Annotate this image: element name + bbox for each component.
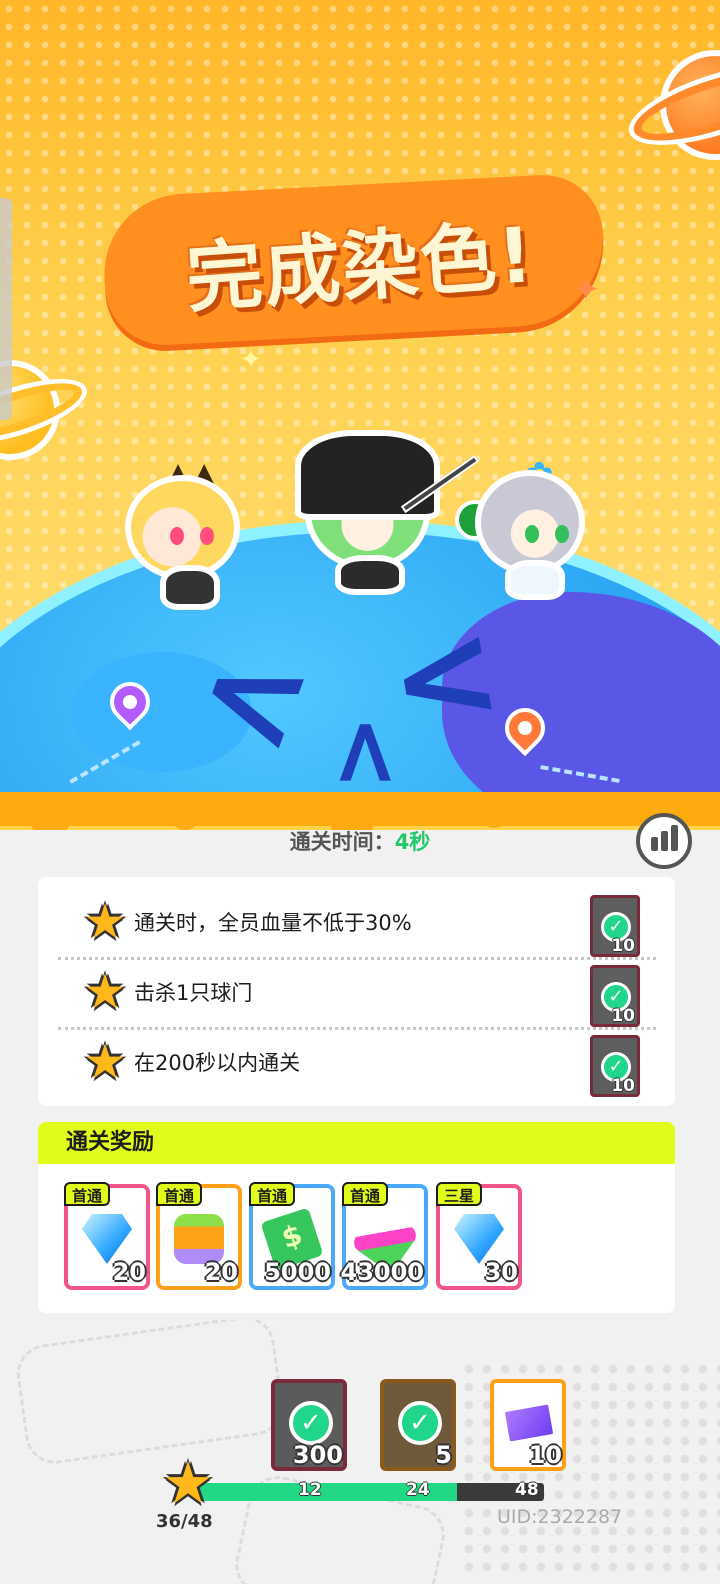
sparkle-icon: ✦ xyxy=(572,270,601,310)
star-icon: ★ xyxy=(83,964,127,1020)
milestone-mark: 24 xyxy=(406,1480,430,1500)
clear-time-value: 4秒 xyxy=(394,830,431,854)
milestone-reward[interactable]: ✓ 5 xyxy=(380,1379,456,1471)
sparkle-icon: ✦ xyxy=(240,345,262,375)
stats-button[interactable] xyxy=(636,813,692,869)
background-decoration xyxy=(0,1320,720,1584)
objective-text: 击杀1只球门 xyxy=(134,981,253,1005)
reward-qty: 30 xyxy=(484,1258,518,1286)
reward-tag: 首通 xyxy=(249,1182,296,1206)
reward-item[interactable]: 首通 20 xyxy=(156,1182,242,1290)
reward-item[interactable]: 首通 43000 xyxy=(340,1182,428,1290)
objectives-panel: ★ 通关时，全员血量不低于30% ✓ 10 ★ 击杀1只球门 ✓ 10 ★ 在2… xyxy=(38,877,675,1106)
character-blonde-girl: ▲▲ xyxy=(115,455,255,615)
milestone-reward[interactable]: ✓ 300 xyxy=(271,1379,347,1471)
clear-time-label: 通关时间： xyxy=(289,830,395,854)
side-drawer-handle[interactable] xyxy=(0,198,12,420)
objective-reward: ✓ 10 xyxy=(590,965,640,1027)
character-silver-hair-girl: ✿ xyxy=(455,455,605,605)
reward-tag: 首通 xyxy=(342,1182,389,1206)
reward-tag: 首通 xyxy=(64,1182,111,1206)
star-count: 36/48 xyxy=(156,1511,213,1532)
paint-drip-divider xyxy=(0,792,720,830)
objective-row: ★ 击杀1只球门 ✓ 10 xyxy=(38,957,675,1027)
reward-item[interactable]: 首通 20 xyxy=(64,1182,150,1290)
objective-text: 通关时，全员血量不低于30% xyxy=(134,911,412,935)
reward-qty: 5000 xyxy=(264,1258,331,1286)
planet-decoration-right xyxy=(626,40,720,160)
star-icon: ★ xyxy=(162,1449,214,1517)
reward-qty: 20 xyxy=(112,1258,146,1286)
clear-rewards-panel: 通关奖励 首通 20 首通 20 首通 5000 首通 43000 三星 30 xyxy=(38,1122,675,1313)
reward-item[interactable]: 三星 30 xyxy=(436,1182,522,1290)
bottle-icon xyxy=(174,1214,224,1264)
reward-qty: 43000 xyxy=(340,1258,425,1286)
star-progress-bar xyxy=(196,1483,544,1501)
milestone-mark: 48 xyxy=(515,1480,539,1500)
character-green-hair-witch xyxy=(295,430,445,595)
ticket-icon xyxy=(501,1400,557,1446)
star-icon: ★ xyxy=(83,894,127,950)
objective-row: ★ 通关时，全员血量不低于30% ✓ 10 xyxy=(38,887,675,957)
check-icon: ✓ xyxy=(398,1401,442,1445)
milestone-reward[interactable]: 10 xyxy=(490,1379,566,1471)
objective-reward: ✓ 10 xyxy=(590,895,640,957)
victory-banner-area: 完成染色! ✦ ✦ < < < ▲▲ ✿ xyxy=(0,0,720,830)
objective-text: 在200秒以内通关 xyxy=(134,1051,301,1075)
objective-row: ★ 在200秒以内通关 ✓ 10 xyxy=(38,1027,675,1097)
rewards-title: 通关奖励 xyxy=(38,1122,675,1164)
planet-decoration-left xyxy=(0,360,90,460)
objective-reward: ✓ 10 xyxy=(590,1035,640,1097)
diamond-icon xyxy=(82,1214,132,1264)
check-icon: ✓ xyxy=(289,1401,333,1445)
reward-item[interactable]: 首通 5000 xyxy=(249,1182,335,1290)
user-id: UID:2322287 xyxy=(497,1506,623,1528)
star-icon: ★ xyxy=(83,1034,127,1090)
reward-qty: 20 xyxy=(204,1258,238,1286)
clear-time: 通关时间：4秒 xyxy=(0,826,720,856)
reward-tag: 三星 xyxy=(436,1182,483,1206)
milestone-mark: 12 xyxy=(298,1480,322,1500)
diamond-icon xyxy=(454,1214,504,1264)
reward-tag: 首通 xyxy=(156,1182,203,1206)
